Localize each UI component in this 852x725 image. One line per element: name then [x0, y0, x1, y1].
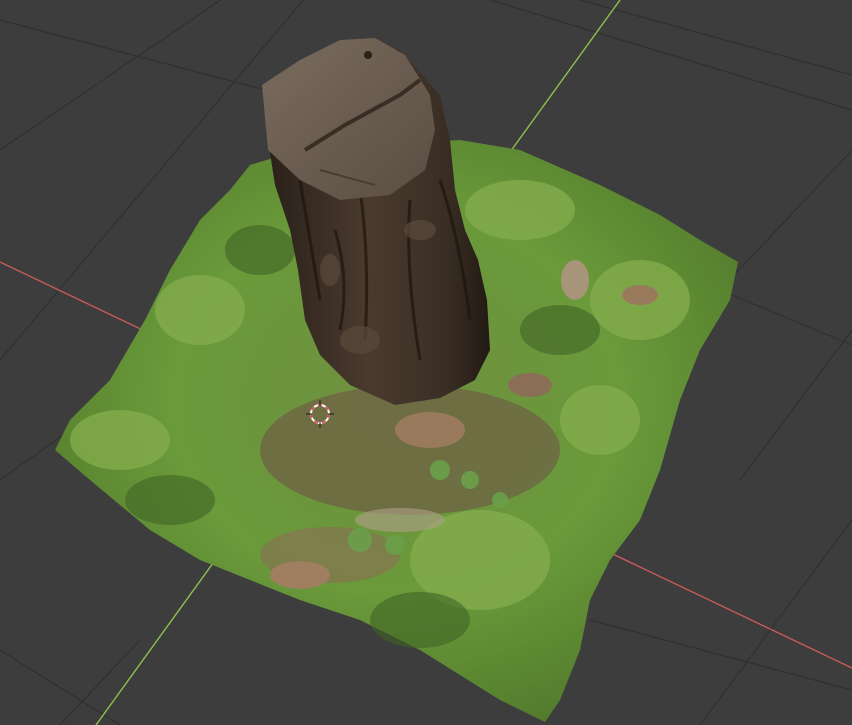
3d-viewport[interactable]: [0, 0, 852, 725]
viewport-canvas[interactable]: [0, 0, 852, 725]
